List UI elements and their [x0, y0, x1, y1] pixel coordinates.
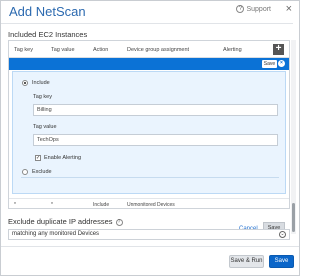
row-tag-key: * — [14, 202, 16, 208]
add-row-button[interactable]: + — [273, 44, 284, 55]
duplicate-ip-select[interactable]: matching any monitored Devices ⌄ — [8, 229, 290, 240]
add-netscan-dialog: Add NetScan ? Support × Included EC2 Ins… — [0, 0, 300, 276]
row-close-icon[interactable]: × — [278, 60, 285, 67]
editing-row-bar: Save × — [9, 58, 289, 70]
duplicate-ip-selected: matching any monitored Devices — [12, 231, 100, 237]
editor-divider — [21, 177, 279, 178]
dialog-scrollbar[interactable] — [291, 40, 296, 234]
help-icon: ? — [236, 5, 245, 13]
footer-divider — [1, 246, 299, 247]
exclude-radio[interactable] — [22, 169, 28, 175]
table-row[interactable]: * * Include Unmonitored Devices — [9, 198, 289, 208]
duplicate-ip-label-text: Exclude duplicate IP addresses — [8, 217, 113, 226]
support-label: Support — [246, 5, 271, 13]
tag-value-input[interactable]: TechOps — [33, 134, 278, 146]
tag-value-label: Tag value — [33, 124, 57, 130]
dialog-title: Add NetScan — [9, 4, 86, 19]
support-link[interactable]: ? Support — [236, 5, 271, 13]
save-and-run-button[interactable]: Save & Run — [229, 255, 264, 268]
tag-key-label: Tag key — [33, 94, 52, 100]
exclude-label: Exclude — [32, 169, 52, 175]
ec2-instances-table: Tag key Tag value Action Device group as… — [8, 40, 290, 234]
include-radio[interactable] — [22, 80, 28, 86]
help-icon[interactable]: ? — [115, 218, 123, 226]
column-header-group: Device group assignment — [127, 47, 190, 53]
scrollbar-thumb[interactable] — [292, 203, 295, 232]
enable-alerting-label: Enable Alerting — [44, 155, 81, 161]
row-tag-value: * — [51, 202, 53, 208]
section-label: Included EC2 Instances — [8, 30, 88, 39]
row-group: Unmonitored Devices — [127, 202, 175, 208]
row-save-button[interactable]: Save — [262, 60, 277, 68]
column-header-tag-key: Tag key — [14, 47, 33, 53]
save-button[interactable]: Save — [269, 255, 294, 268]
header-divider — [1, 23, 293, 24]
tag-key-input[interactable]: Billing — [33, 104, 278, 116]
chevron-down-icon: ⌄ — [279, 231, 286, 238]
column-header-alerting: Alerting — [223, 47, 242, 53]
table-header: Tag key Tag value Action Device group as… — [9, 41, 289, 58]
close-icon[interactable]: × — [286, 3, 292, 15]
column-header-action: Action — [93, 47, 109, 53]
column-header-tag-value: Tag value — [51, 47, 75, 53]
include-label: Include — [32, 80, 50, 86]
duplicate-ip-label: Exclude duplicate IP addresses? — [8, 217, 123, 226]
row-editor-panel: Include Tag key Billing Tag value TechOp… — [12, 71, 286, 194]
enable-alerting-checkbox[interactable]: ✓ — [35, 155, 41, 161]
row-action: Include — [93, 202, 110, 208]
